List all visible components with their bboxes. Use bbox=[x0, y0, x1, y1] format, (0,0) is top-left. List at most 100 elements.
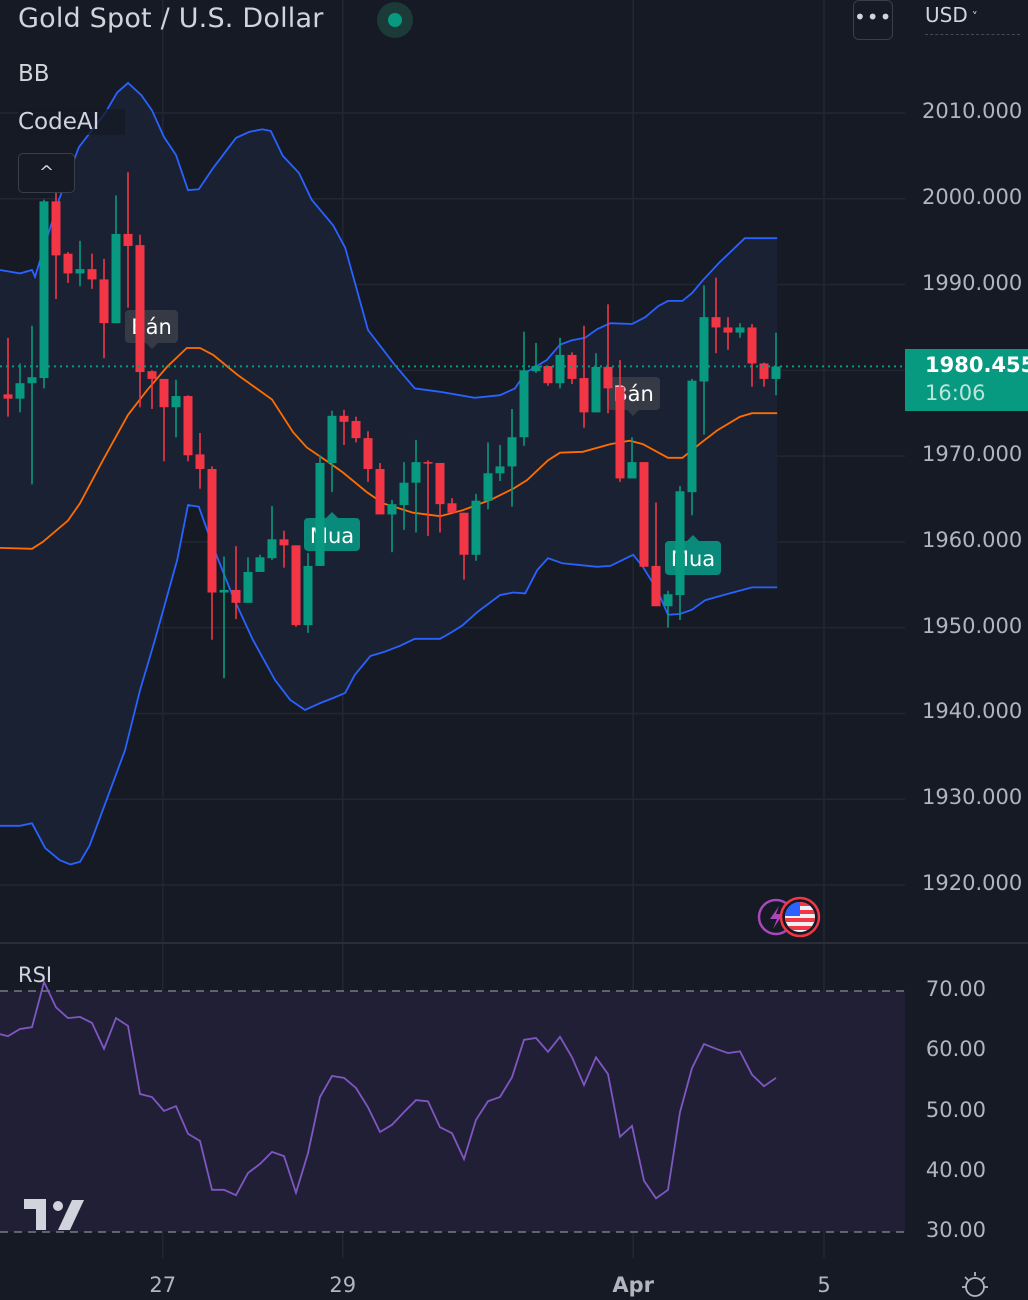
time-axis-label: Apr bbox=[612, 1273, 655, 1297]
candle-bearish bbox=[291, 545, 301, 627]
signal-buy-2[interactable]: Mua bbox=[665, 535, 721, 575]
candle-bearish bbox=[183, 395, 193, 462]
price-axis-label: 1990.000 bbox=[922, 270, 1023, 295]
candle-body bbox=[75, 269, 85, 274]
market-status-icon[interactable] bbox=[377, 2, 413, 38]
candle-body bbox=[171, 396, 181, 408]
price-axis-label: 1920.000 bbox=[922, 871, 1023, 896]
candle-body bbox=[183, 396, 193, 456]
candle-body bbox=[543, 366, 553, 384]
candle-body bbox=[51, 201, 61, 256]
candle-body bbox=[651, 565, 661, 607]
candle-body bbox=[399, 482, 409, 506]
chevron-down-icon: ˅ bbox=[971, 9, 978, 24]
indicator-rsi-label[interactable]: RSI bbox=[18, 963, 52, 987]
candle-body bbox=[123, 233, 133, 246]
candle-body bbox=[495, 466, 505, 474]
candle-body bbox=[147, 371, 157, 379]
candle-body bbox=[63, 253, 73, 274]
candle-body bbox=[591, 366, 601, 413]
candle-body bbox=[255, 557, 265, 572]
currency-selector[interactable]: USD ˅ bbox=[925, 3, 978, 27]
price-axis-label: 1950.000 bbox=[922, 613, 1023, 638]
price-axis-label: 1970.000 bbox=[922, 442, 1023, 467]
candle-body bbox=[291, 545, 301, 626]
indicator-bb-label[interactable]: BB bbox=[18, 61, 50, 87]
candle-body bbox=[483, 473, 493, 501]
candle-body bbox=[339, 415, 349, 422]
rsi-axis-label: 50.00 bbox=[925, 1097, 986, 1122]
candle-body bbox=[159, 378, 169, 408]
price-axis-label: 2010.000 bbox=[922, 99, 1023, 123]
last-price-tag: 1980.455 16:06 bbox=[905, 349, 1028, 411]
candle-body bbox=[135, 245, 145, 373]
us-flag-icon[interactable] bbox=[779, 896, 821, 938]
candle-bullish bbox=[315, 455, 325, 566]
candle-body bbox=[519, 370, 529, 438]
rsi-axis-label: 40.00 bbox=[925, 1157, 986, 1182]
candle-body bbox=[507, 437, 517, 467]
candle-body bbox=[99, 279, 109, 324]
candle-body bbox=[111, 233, 121, 324]
candle-body bbox=[531, 366, 541, 372]
candle-body bbox=[471, 500, 481, 555]
candle-body bbox=[699, 317, 709, 382]
price-axis-label: 1940.000 bbox=[922, 699, 1023, 724]
candle-bearish bbox=[543, 366, 553, 386]
candle-body bbox=[267, 539, 277, 559]
candle-body bbox=[375, 468, 385, 515]
candle-body bbox=[219, 589, 229, 593]
bar-countdown: 16:06 bbox=[925, 381, 986, 405]
rsi-axis-label: 30.00 bbox=[925, 1218, 986, 1242]
candle-body bbox=[555, 354, 565, 384]
time-axis-label: 5 bbox=[817, 1273, 831, 1297]
rsi-axis-label: 70.00 bbox=[925, 977, 986, 1001]
rsi-band-fill bbox=[0, 991, 905, 1232]
candle-body bbox=[627, 462, 637, 479]
candle-body bbox=[315, 462, 325, 566]
candle-bullish bbox=[471, 493, 481, 561]
more-options-button[interactable]: ••• bbox=[853, 0, 893, 40]
candle-body bbox=[303, 565, 313, 626]
candle-body bbox=[39, 201, 49, 379]
candle-body bbox=[675, 491, 685, 596]
candle-bullish bbox=[255, 554, 265, 572]
candle-body bbox=[747, 327, 757, 364]
candle-body bbox=[735, 327, 745, 333]
candle-body bbox=[723, 327, 733, 333]
price-axis-label: 1930.000 bbox=[922, 785, 1023, 810]
candle-bullish bbox=[39, 199, 49, 389]
candle-body bbox=[759, 363, 769, 379]
candle-body bbox=[615, 386, 625, 479]
candle-bearish bbox=[639, 462, 649, 567]
candle-body bbox=[459, 512, 469, 555]
currency-divider bbox=[925, 34, 1020, 35]
candle-body bbox=[663, 594, 673, 607]
candle-body bbox=[639, 462, 649, 567]
last-price-value: 1980.455 bbox=[925, 353, 1028, 377]
candle-body bbox=[207, 468, 217, 593]
candle-bearish bbox=[375, 462, 385, 515]
candle-body bbox=[279, 539, 289, 546]
time-axis-label: 29 bbox=[329, 1273, 357, 1297]
collapse-indicators-button[interactable]: ^ bbox=[18, 153, 75, 193]
price-axis-label: 1960.000 bbox=[922, 527, 1023, 552]
candle-body bbox=[327, 415, 337, 463]
indicator-codeai-label[interactable]: CodeAI bbox=[18, 109, 126, 135]
candle-body bbox=[447, 503, 457, 513]
candle-body bbox=[363, 438, 373, 469]
chart-canvas[interactable]: Bán Mua Bán Mua bbox=[0, 0, 1028, 1300]
candle-body bbox=[687, 380, 697, 493]
rsi-axis-label: 60.00 bbox=[925, 1037, 986, 1062]
candle-body bbox=[87, 269, 97, 280]
candle-body bbox=[195, 454, 205, 469]
symbol-title[interactable]: Gold Spot / U.S. Dollar bbox=[18, 3, 324, 34]
candle-body bbox=[435, 462, 445, 505]
candle-body bbox=[579, 378, 589, 413]
chevron-up-icon: ^ bbox=[38, 162, 55, 183]
candle-body bbox=[243, 571, 253, 603]
candle-body bbox=[351, 420, 361, 439]
currency-label: USD bbox=[925, 3, 968, 27]
candle-body bbox=[411, 462, 421, 483]
price-axis-label: 2000.000 bbox=[922, 184, 1023, 209]
